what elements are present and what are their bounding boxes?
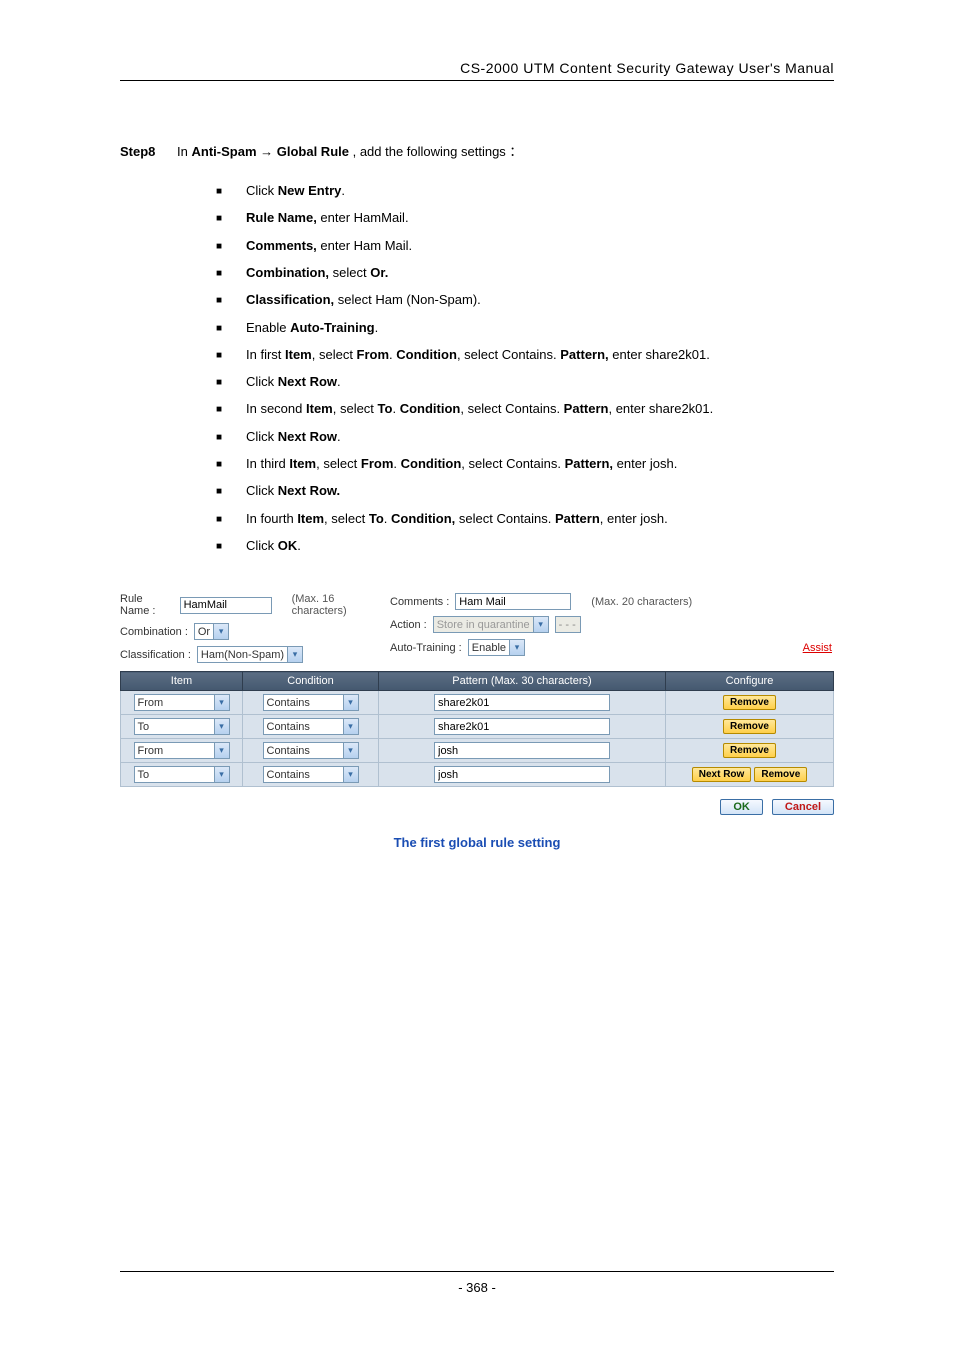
- list-item: Classification, select Ham (Non-Spam).: [216, 286, 834, 313]
- chevron-down-icon: ▾: [533, 617, 548, 632]
- list-item: Click Next Row.: [216, 368, 834, 395]
- comments-label: Comments :: [390, 596, 449, 608]
- cancel-button[interactable]: Cancel: [772, 799, 834, 815]
- chevron-down-icon: ▾: [509, 640, 524, 655]
- remove-button[interactable]: Remove: [723, 695, 776, 710]
- pattern-input[interactable]: [434, 742, 610, 759]
- form-screenshot: Rule Name : (Max. 16 characters) Combina…: [120, 593, 834, 850]
- instruction-list: Click New Entry. Rule Name, enter HamMai…: [120, 177, 834, 559]
- chevron-down-icon: ▾: [214, 719, 229, 734]
- condition-select[interactable]: Contains▾: [263, 742, 359, 759]
- list-item: In third Item, select From. Condition, s…: [216, 450, 834, 477]
- action-extra-input: [555, 616, 581, 633]
- rule-name-label: Rule Name :: [120, 593, 174, 617]
- table-row: From▾ Contains▾ Remove: [121, 691, 834, 715]
- assist-link[interactable]: Assist: [803, 642, 832, 654]
- chevron-down-icon: ▾: [287, 647, 302, 662]
- item-select[interactable]: To▾: [134, 766, 230, 783]
- rule-name-input[interactable]: [180, 597, 272, 614]
- remove-button[interactable]: Remove: [754, 767, 807, 782]
- step-label: Step8: [120, 144, 155, 159]
- chevron-down-icon: ▾: [214, 695, 229, 710]
- classification-select[interactable]: Ham(Non-Spam)▾: [197, 646, 303, 663]
- item-select[interactable]: To▾: [134, 718, 230, 735]
- list-item: Click New Entry.: [216, 177, 834, 204]
- item-select[interactable]: From▾: [134, 742, 230, 759]
- condition-select[interactable]: Contains▾: [263, 718, 359, 735]
- remove-button[interactable]: Remove: [723, 743, 776, 758]
- ok-button[interactable]: OK: [720, 799, 763, 815]
- pattern-input[interactable]: [434, 718, 610, 735]
- pattern-input[interactable]: [434, 766, 610, 783]
- classification-label: Classification :: [120, 649, 191, 661]
- next-row-button[interactable]: Next Row: [692, 767, 752, 782]
- page-footer: - 368 -: [120, 1271, 834, 1295]
- col-item: Item: [121, 672, 243, 691]
- table-row: To▾ Contains▾ Remove: [121, 715, 834, 739]
- list-item: Rule Name, enter HamMail.: [216, 204, 834, 231]
- list-item: In first Item, select From. Condition, s…: [216, 341, 834, 368]
- combination-select[interactable]: Or▾: [194, 623, 229, 640]
- table-row: To▾ Contains▾ Next Row Remove: [121, 763, 834, 787]
- chevron-down-icon: ▾: [214, 743, 229, 758]
- combination-label: Combination :: [120, 626, 188, 638]
- table-row: From▾ Contains▾ Remove: [121, 739, 834, 763]
- list-item: In second Item, select To. Condition, se…: [216, 395, 834, 422]
- comments-input[interactable]: [455, 593, 571, 610]
- list-item: Enable Auto-Training.: [216, 314, 834, 341]
- chevron-down-icon: ▾: [343, 743, 358, 758]
- rule-name-hint: (Max. 16 characters): [292, 593, 380, 617]
- col-condition: Condition: [243, 672, 379, 691]
- action-label: Action :: [390, 619, 427, 631]
- list-item: Click OK.: [216, 532, 834, 559]
- chevron-down-icon: ▾: [343, 719, 358, 734]
- condition-select[interactable]: Contains▾: [263, 766, 359, 783]
- chevron-down-icon: ▾: [343, 695, 358, 710]
- figure-caption: The first global rule setting: [120, 835, 834, 850]
- list-item: In fourth Item, select To. Condition, se…: [216, 505, 834, 532]
- list-item: Click Next Row.: [216, 477, 834, 504]
- comments-hint: (Max. 20 characters): [591, 596, 692, 608]
- col-pattern: Pattern (Max. 30 characters): [379, 672, 666, 691]
- list-item: Combination, select Or.: [216, 259, 834, 286]
- col-configure: Configure: [666, 672, 834, 691]
- list-item: Comments, enter Ham Mail.: [216, 232, 834, 259]
- pattern-input[interactable]: [434, 694, 610, 711]
- step-line: Step8 In Anti-Spam → Global Rule , add t…: [120, 141, 834, 163]
- chevron-down-icon: ▾: [213, 624, 228, 639]
- list-item: Click Next Row.: [216, 423, 834, 450]
- action-select: Store in quarantine▾: [433, 616, 549, 633]
- condition-select[interactable]: Contains▾: [263, 694, 359, 711]
- chevron-down-icon: ▾: [343, 767, 358, 782]
- remove-button[interactable]: Remove: [723, 719, 776, 734]
- auto-training-select[interactable]: Enable▾: [468, 639, 525, 656]
- item-select[interactable]: From▾: [134, 694, 230, 711]
- auto-training-label: Auto-Training :: [390, 642, 462, 654]
- page-header: CS-2000 UTM Content Security Gateway Use…: [120, 60, 834, 81]
- rules-table: Item Condition Pattern (Max. 30 characte…: [120, 671, 834, 787]
- chevron-down-icon: ▾: [214, 767, 229, 782]
